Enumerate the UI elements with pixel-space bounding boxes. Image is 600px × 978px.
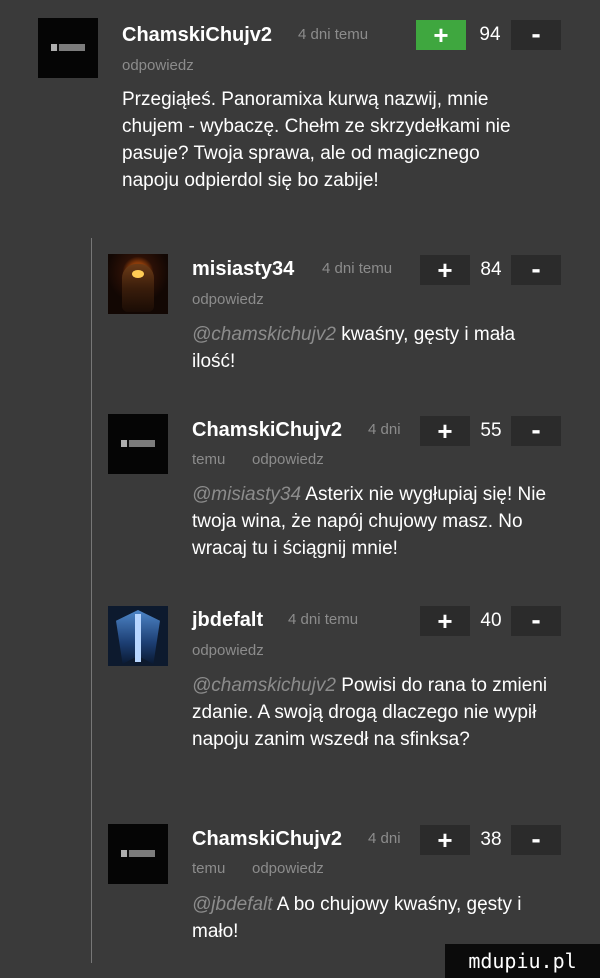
comment-text: @misiasty34 Asterix nie wygłupiaj się! N… <box>192 481 572 562</box>
username[interactable]: ChamskiChujv2 <box>122 23 272 47</box>
comment-time: 4 dni temu <box>288 611 359 628</box>
comment-text: @jbdefalt A bo chujowy kwaśny, gęsty i m… <box>192 891 562 945</box>
downvote-button[interactable]: - <box>511 20 561 50</box>
watermark: mdupiu.pl <box>445 944 600 978</box>
mention-link[interactable]: @chamskichujv2 <box>192 324 336 345</box>
upvote-button[interactable]: + <box>420 825 470 855</box>
vote-score: 94 <box>479 24 501 45</box>
username[interactable]: misiasty34 <box>192 257 294 281</box>
username[interactable]: ChamskiChujv2 <box>192 418 342 442</box>
avatar[interactable] <box>108 606 168 666</box>
comment-text: Przegiąłeś. Panoramixa kurwą nazwij, mni… <box>122 89 511 191</box>
username[interactable]: jbdefalt <box>192 608 263 632</box>
vote-score: 84 <box>480 259 502 280</box>
upvote-button[interactable]: + <box>420 606 470 636</box>
reply-link[interactable]: odpowiedz <box>192 641 264 661</box>
comment-time: 4 dni temu <box>322 260 393 277</box>
avatar-glow <box>132 270 144 278</box>
upvote-button[interactable]: + <box>420 255 470 285</box>
mention-link[interactable]: @chamskichujv2 <box>192 675 336 696</box>
comment-time: 4 dni <box>368 830 401 847</box>
thread-line <box>91 238 92 963</box>
reply-link[interactable]: odpowiedz <box>252 859 324 879</box>
comment-time: 4 dni <box>368 421 401 438</box>
mention-link[interactable]: @misiasty34 <box>192 484 301 505</box>
downvote-button[interactable]: - <box>511 606 561 636</box>
upvote-button[interactable]: + <box>416 20 466 50</box>
vote-score: 55 <box>480 420 502 441</box>
avatar[interactable] <box>108 824 168 884</box>
mention-link[interactable]: @jbdefalt <box>192 894 273 915</box>
comment-time-cont: temu <box>192 451 226 468</box>
reply-link[interactable]: odpowiedz <box>122 56 194 76</box>
username[interactable]: ChamskiChujv2 <box>192 827 342 851</box>
reply-link[interactable]: odpowiedz <box>252 450 324 470</box>
avatar[interactable] <box>108 414 168 474</box>
avatar[interactable] <box>38 18 98 78</box>
avatar-logo <box>51 44 85 51</box>
reply-link[interactable]: odpowiedz <box>192 290 264 310</box>
downvote-button[interactable]: - <box>511 255 561 285</box>
downvote-button[interactable]: - <box>511 825 561 855</box>
downvote-button[interactable]: - <box>511 416 561 446</box>
avatar-stripe <box>135 614 141 662</box>
avatar-logo <box>121 850 155 857</box>
upvote-button[interactable]: + <box>420 416 470 446</box>
comment-text: @chamskichujv2 kwaśny, gęsty i mała iloś… <box>192 321 562 375</box>
avatar[interactable] <box>108 254 168 314</box>
avatar-logo <box>121 440 155 447</box>
comment-time-cont: temu <box>192 860 226 877</box>
comment-text: @chamskichujv2 Powisi do rana to zmieni … <box>192 672 572 753</box>
vote-score: 40 <box>480 610 502 631</box>
comment-time: 4 dni temu <box>298 26 369 43</box>
vote-score: 38 <box>480 829 502 850</box>
